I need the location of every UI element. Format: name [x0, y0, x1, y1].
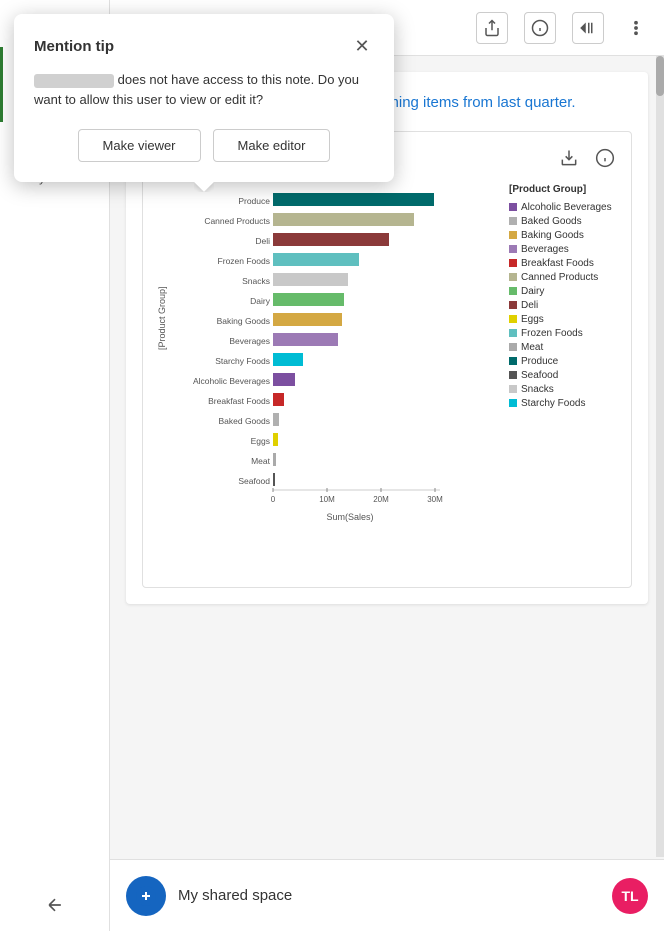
legend-color	[509, 385, 517, 393]
svg-text:[Product Group]: [Product Group]	[157, 286, 167, 350]
legend-color	[509, 371, 517, 379]
legend-color	[509, 329, 517, 337]
list-item: Seafood	[509, 370, 619, 381]
chart-export-icon[interactable]	[555, 144, 583, 172]
chart-container: [Product Group] Produce Canned Products …	[142, 131, 632, 588]
mention-tip-popup: Mention tip ✕ does not have access to th…	[14, 14, 394, 182]
legend-color	[509, 245, 517, 253]
legend-color	[509, 301, 517, 309]
list-item: Canned Products	[509, 272, 619, 283]
chart-legend: [Product Group] Alcoholic Beverages Bake…	[509, 180, 619, 575]
svg-text:Beverages: Beverages	[229, 336, 270, 346]
popup-title: Mention tip	[34, 38, 114, 55]
list-item: Starchy Foods	[509, 398, 619, 409]
more-options-button[interactable]	[620, 12, 652, 44]
svg-text:20M: 20M	[373, 495, 389, 504]
workspace-avatar	[126, 876, 166, 916]
popup-arrow	[194, 182, 214, 192]
svg-text:Seafood: Seafood	[238, 476, 270, 486]
legend-color	[509, 357, 517, 365]
list-item: Deli	[509, 300, 619, 311]
app-container: Bookmarks Notes Key drivers	[0, 0, 664, 931]
svg-text:0: 0	[271, 495, 276, 504]
list-item: Eggs	[509, 314, 619, 325]
make-editor-button[interactable]: Make editor	[213, 129, 331, 162]
svg-text:Breakfast Foods: Breakfast Foods	[208, 396, 270, 406]
svg-text:Eggs: Eggs	[251, 436, 270, 446]
legend-color	[509, 203, 517, 211]
list-item: Produce	[509, 356, 619, 367]
svg-text:Baking Goods: Baking Goods	[217, 316, 270, 326]
legend-color	[509, 343, 517, 351]
list-item: Meat	[509, 342, 619, 353]
collapse-panel-button[interactable]	[572, 12, 604, 44]
list-item: Snacks	[509, 384, 619, 395]
legend-title: [Product Group]	[509, 184, 619, 195]
legend-color	[509, 259, 517, 267]
svg-text:Alcoholic Beverages: Alcoholic Beverages	[193, 376, 270, 386]
popup-header: Mention tip ✕	[34, 34, 374, 58]
svg-text:Sum(Sales): Sum(Sales)	[326, 512, 373, 522]
svg-text:Produce: Produce	[238, 196, 270, 206]
svg-text:Canned Products: Canned Products	[204, 216, 270, 226]
scroll-thumb[interactable]	[656, 56, 664, 96]
popup-actions: Make viewer Make editor	[34, 129, 374, 162]
header-icons	[476, 12, 652, 44]
list-item: Baked Goods	[509, 216, 619, 227]
list-item: Frozen Foods	[509, 328, 619, 339]
bottom-bar: My shared space TL	[110, 859, 664, 931]
list-item: Breakfast Foods	[509, 258, 619, 269]
legend-color	[509, 217, 517, 225]
svg-text:Starchy Foods: Starchy Foods	[215, 356, 270, 366]
sidebar-bottom	[0, 879, 109, 931]
popup-user-handle	[34, 74, 114, 88]
svg-text:Deli: Deli	[255, 236, 270, 246]
legend-color	[509, 399, 517, 407]
legend-color	[509, 231, 517, 239]
list-item: Dairy	[509, 286, 619, 297]
svg-text:Dairy: Dairy	[250, 296, 271, 306]
svg-text:30M: 30M	[427, 495, 443, 504]
svg-text:Baked Goods: Baked Goods	[218, 416, 270, 426]
chart-info-icon[interactable]	[591, 144, 619, 172]
info-button[interactable]	[524, 12, 556, 44]
user-avatar: TL	[612, 878, 648, 914]
list-item: Alcoholic Beverages	[509, 202, 619, 213]
scroll-track[interactable]	[656, 56, 664, 857]
svg-text:Snacks: Snacks	[242, 276, 270, 286]
list-item: Beverages	[509, 244, 619, 255]
svg-text:Frozen Foods: Frozen Foods	[218, 256, 270, 266]
chart-body: [Product Group] Produce Canned Products …	[155, 180, 619, 575]
legend-color	[509, 273, 517, 281]
popup-close-button[interactable]: ✕	[350, 34, 374, 58]
svg-text:10M: 10M	[319, 495, 335, 504]
collapse-sidebar-button[interactable]	[8, 895, 101, 915]
popup-body: does not have access to this note. Do yo…	[34, 70, 374, 109]
make-viewer-button[interactable]: Make viewer	[78, 129, 201, 162]
legend-color	[509, 315, 517, 323]
share-button[interactable]	[476, 12, 508, 44]
list-item: Baking Goods	[509, 230, 619, 241]
svg-text:Meat: Meat	[251, 456, 271, 466]
legend-color	[509, 287, 517, 295]
workspace-name: My shared space	[178, 887, 600, 904]
chart-svg-area: [Product Group] Produce Canned Products …	[155, 180, 501, 575]
